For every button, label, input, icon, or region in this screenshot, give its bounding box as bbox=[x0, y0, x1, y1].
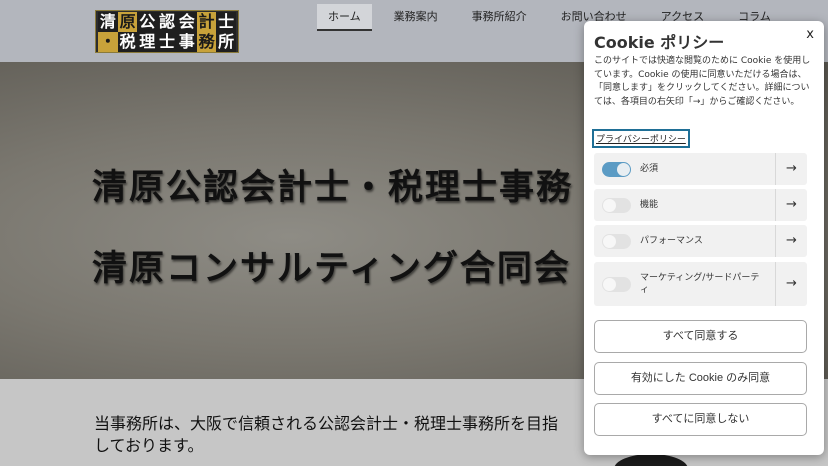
logo-char: 所 bbox=[216, 32, 237, 52]
partial-image bbox=[614, 454, 688, 466]
logo-char: 務 bbox=[196, 32, 217, 52]
logo-char: 清 bbox=[98, 12, 118, 32]
toggle-knob bbox=[617, 163, 630, 176]
logo-char: 会 bbox=[176, 12, 197, 32]
logo-char: 公 bbox=[137, 12, 158, 32]
arrow-right-icon[interactable]: → bbox=[775, 262, 807, 306]
site-logo[interactable]: 清 原 公 認 会 計 士 ・ 税 理 士 事 務 所 bbox=[95, 10, 239, 53]
logo-char: 事 bbox=[176, 32, 197, 52]
cookie-category-functional: 機能 → bbox=[594, 189, 807, 221]
category-label: 機能 bbox=[640, 200, 659, 210]
category-label: マーケティング/サードパーティ bbox=[640, 273, 760, 295]
marketing-toggle[interactable] bbox=[602, 277, 631, 292]
logo-char: 士 bbox=[157, 32, 177, 52]
close-icon[interactable]: x bbox=[806, 27, 814, 42]
accept-selected-button[interactable]: 有効にした Cookie のみ同意 bbox=[594, 362, 807, 395]
reject-all-button[interactable]: すべてに同意しない bbox=[594, 403, 807, 436]
logo-char: 認 bbox=[157, 12, 177, 32]
performance-toggle[interactable] bbox=[602, 234, 631, 249]
logo-row-2: ・ 税 理 士 事 務 所 bbox=[98, 32, 237, 52]
necessary-toggle[interactable] bbox=[602, 162, 631, 177]
intro-text: 当事務所は、大阪で信頼される公認会計士・税理士事務所を目指しております。 bbox=[94, 414, 559, 455]
accept-all-button[interactable]: すべて同意する bbox=[594, 320, 807, 353]
logo-char: 税 bbox=[117, 32, 138, 52]
cookie-title: Cookie ポリシー bbox=[594, 33, 725, 52]
logo-char: 士 bbox=[216, 12, 237, 32]
cookie-consent-panel: Cookie ポリシー x このサイトでは快適な閲覧のために Cookie を使… bbox=[584, 21, 824, 455]
arrow-right-icon[interactable]: → bbox=[775, 225, 807, 257]
toggle-knob bbox=[603, 278, 616, 291]
arrow-right-icon[interactable]: → bbox=[775, 189, 807, 221]
cookie-category-necessary: 必須 → bbox=[594, 153, 807, 185]
arrow-right-icon[interactable]: → bbox=[775, 153, 807, 185]
toggle-knob bbox=[603, 199, 616, 212]
nav-item-office[interactable]: 事務所紹介 bbox=[460, 4, 539, 31]
category-label: 必須 bbox=[640, 164, 659, 174]
nav-item-services[interactable]: 業務案内 bbox=[382, 4, 450, 31]
category-label: パフォーマンス bbox=[640, 236, 703, 246]
logo-char: 計 bbox=[196, 12, 217, 32]
cookie-category-marketing: マーケティング/サードパーティ → bbox=[594, 262, 807, 306]
logo-char: ・ bbox=[98, 32, 118, 52]
functional-toggle[interactable] bbox=[602, 198, 631, 213]
cookie-description: このサイトでは快適な閲覧のために Cookie を使用しています。Cookie … bbox=[594, 56, 811, 107]
logo-char: 理 bbox=[137, 32, 158, 52]
logo-char: 原 bbox=[117, 12, 138, 32]
hero-sign-line-2: 清原コンサルティング合同会 bbox=[92, 248, 571, 289]
hero-sign-line-1: 清原公認会計士・税理士事務 bbox=[92, 167, 574, 208]
toggle-knob bbox=[603, 235, 616, 248]
nav-item-home[interactable]: ホーム bbox=[317, 4, 372, 31]
logo-row-1: 清 原 公 認 会 計 士 bbox=[98, 12, 237, 32]
privacy-policy-link[interactable]: プライバシーポリシー bbox=[592, 129, 690, 148]
cookie-category-performance: パフォーマンス → bbox=[594, 225, 807, 257]
